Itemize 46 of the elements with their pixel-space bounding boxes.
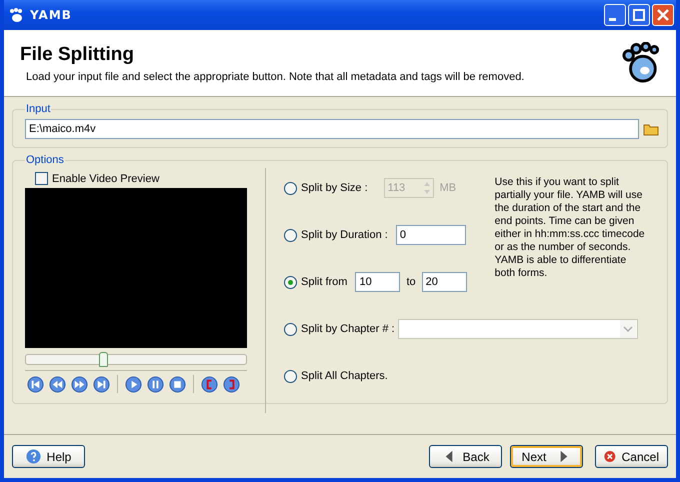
checkbox[interactable] <box>35 172 48 185</box>
pause-icon[interactable] <box>147 376 164 392</box>
foot-icon <box>622 42 660 84</box>
back-button[interactable]: Back <box>429 445 502 468</box>
help-icon <box>26 449 41 464</box>
end-field[interactable]: 20 <box>422 272 467 292</box>
forward-icon[interactable] <box>71 376 88 392</box>
help-button[interactable]: Help <box>12 445 85 468</box>
minimize-icon <box>609 18 616 20</box>
checkbox-label[interactable]: Enable Video Preview <box>52 172 160 184</box>
last-icon[interactable] <box>93 376 110 392</box>
minimize-button[interactable] <box>604 4 626 26</box>
start-field[interactable]: 10 <box>355 272 400 292</box>
duration-field[interactable]: 0 <box>396 225 466 245</box>
next-button[interactable]: Next <box>510 445 583 468</box>
stop-icon[interactable] <box>169 376 186 392</box>
rewind-icon[interactable] <box>49 376 66 392</box>
window-title: YAMB <box>30 8 72 22</box>
slider-thumb[interactable] <box>99 352 108 367</box>
maximize-button[interactable] <box>628 4 650 26</box>
mark-out-icon[interactable] <box>223 376 240 392</box>
group-legend: Options <box>25 154 65 166</box>
file-path-field[interactable]: E:\maico.m4v <box>25 119 639 139</box>
first-icon[interactable] <box>27 376 44 392</box>
mark-in-icon[interactable] <box>201 376 218 392</box>
foot-icon <box>8 7 24 23</box>
radio-button[interactable] <box>284 276 297 288</box>
close-button[interactable] <box>652 4 674 26</box>
radio-label[interactable]: Split by Chapter # : <box>301 323 395 335</box>
cancel-icon <box>604 449 616 464</box>
radio-button[interactable] <box>284 228 297 242</box>
radio-button[interactable] <box>284 370 297 382</box>
cancel-button[interactable]: Cancel <box>595 445 668 468</box>
to-label: to <box>406 276 416 288</box>
radio-button[interactable] <box>284 322 297 336</box>
help-text: Use this if you want to split partially your file. YAMB will use the duration of the start and the end points. Time can be given either in hh:mm:ss.ccc timecode or as the number of seconds. YAMB is able to differentiate both forms. <box>494 175 645 280</box>
page-subtitle: Load your input file and select the appropriate button. Note that all metadata and tags will be removed. <box>25 70 526 82</box>
radio-label[interactable]: Split from <box>301 276 348 288</box>
seek-slider[interactable] <box>25 354 247 365</box>
radio-label[interactable]: Split by Duration : <box>301 229 388 241</box>
group-legend: Input <box>25 103 52 115</box>
page-title: File Splitting <box>20 44 135 66</box>
unit-label: MB <box>440 182 456 194</box>
folder-icon[interactable] <box>643 122 659 136</box>
radio-label[interactable]: Split All Chapters. <box>301 370 388 382</box>
play-icon[interactable] <box>125 376 142 392</box>
